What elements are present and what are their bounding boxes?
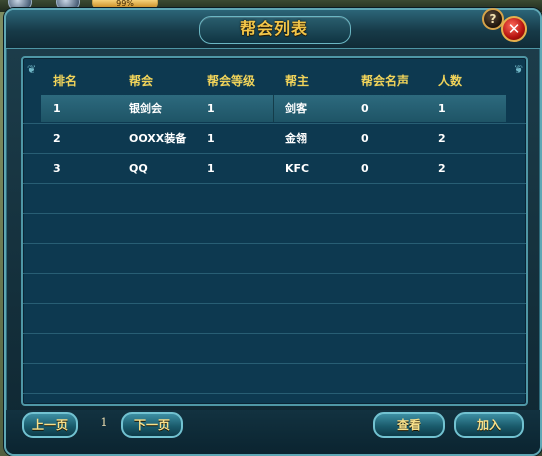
header-leader: 帮主 <box>285 74 310 88</box>
guild-table: ❦ ❦ 排名 帮会 帮会等级 帮主 帮会名声 人数 1 银剑会 1 剑客 0 1… <box>21 56 528 406</box>
header-guild: 帮会 <box>129 74 154 88</box>
close-button[interactable]: ✕ <box>501 16 527 42</box>
cell-guild: 银剑会 <box>129 102 162 115</box>
empty-row <box>23 214 526 244</box>
page-number: 1 <box>100 416 108 429</box>
header-reputation: 帮会名声 <box>361 74 410 88</box>
cell-level: 1 <box>207 132 215 145</box>
cell-leader: 剑客 <box>285 102 307 115</box>
cell-members: 2 <box>438 162 446 175</box>
table-header: 排名 帮会 帮会等级 帮主 帮会名声 人数 <box>23 68 526 94</box>
cell-rank: 3 <box>53 162 61 175</box>
cell-leader: 金翎 <box>285 132 307 145</box>
cell-guild: QQ <box>129 162 148 175</box>
cell-reputation: 0 <box>361 132 369 145</box>
cell-rank: 2 <box>53 132 61 145</box>
guild-list-window: 帮会列表 ? ✕ ❦ ❦ 排名 帮会 帮会等级 帮主 帮会名声 人数 1 银剑会 <box>4 8 542 456</box>
header-members: 人数 <box>438 74 463 88</box>
header-guild-level: 帮会等级 <box>207 74 256 88</box>
empty-row <box>23 334 526 364</box>
empty-row <box>23 274 526 304</box>
row-divider <box>273 95 274 122</box>
empty-row <box>23 184 526 214</box>
empty-row <box>23 364 526 394</box>
cell-level: 1 <box>207 102 215 115</box>
cell-reputation: 0 <box>361 162 369 175</box>
window-titlebar: 帮会列表 ? ✕ <box>6 8 540 49</box>
header-rank: 排名 <box>53 74 78 88</box>
next-page-button[interactable]: 下一页 <box>121 412 183 438</box>
window-title: 帮会列表 <box>239 19 308 38</box>
prev-page-button[interactable]: 上一页 <box>22 412 78 438</box>
cell-level: 1 <box>207 162 215 175</box>
join-button[interactable]: 加入 <box>454 412 524 438</box>
empty-row <box>23 304 526 334</box>
cell-reputation: 0 <box>361 102 369 115</box>
empty-row <box>23 244 526 274</box>
bottom-bar: 上一页 1 下一页 查看 加入 <box>6 410 540 454</box>
table-row[interactable]: 1 银剑会 1 剑客 0 1 <box>23 94 526 124</box>
cell-members: 1 <box>438 102 446 115</box>
table-row[interactable]: 2 OOXX装备 1 金翎 0 2 <box>23 124 526 154</box>
view-button[interactable]: 查看 <box>373 412 445 438</box>
table-row[interactable]: 3 QQ 1 KFC 0 2 <box>23 154 526 184</box>
cell-rank: 1 <box>53 102 61 115</box>
cell-members: 2 <box>438 132 446 145</box>
cell-guild: OOXX装备 <box>129 132 187 145</box>
cell-leader: KFC <box>285 162 310 175</box>
game-scene: 99% 帮会列表 ? ✕ ❦ ❦ 排名 帮会 帮会等级 帮主 帮会名声 人数 1… <box>0 0 542 456</box>
